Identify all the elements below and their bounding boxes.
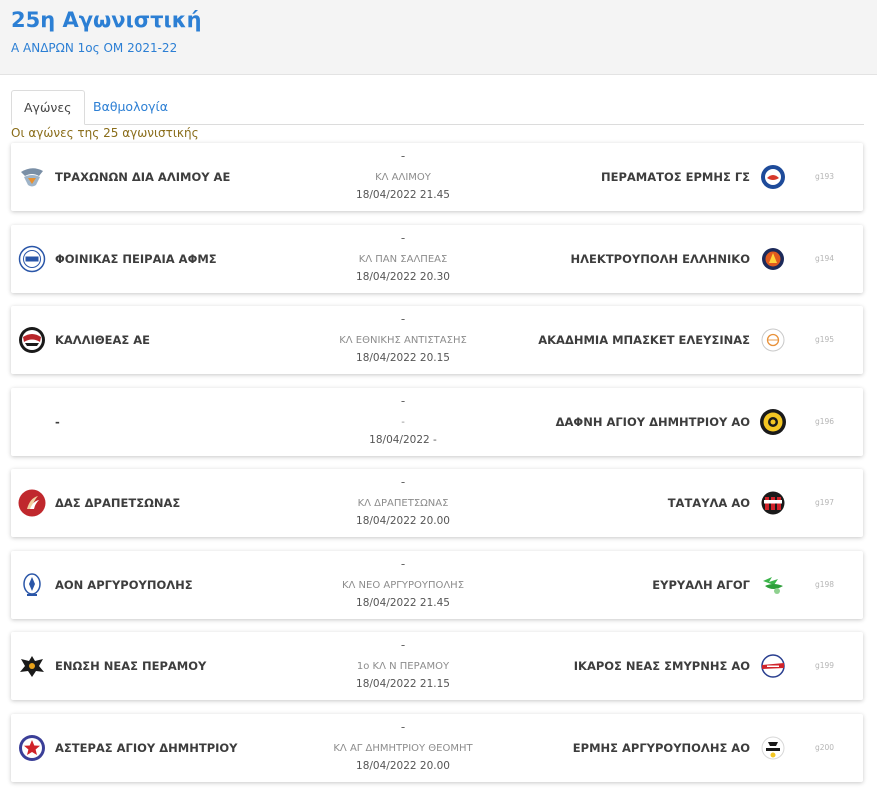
match-score: - — [400, 557, 406, 571]
match-code: g200 — [815, 743, 835, 752]
match-code: g194 — [815, 254, 835, 263]
match-code: g199 — [815, 661, 835, 670]
team-logo-icon — [763, 577, 783, 594]
team-logo-icon — [19, 735, 45, 761]
match-card[interactable]: - - - 18/04/2022 - ΔΑΦΝΗ ΑΓΙΟΥ ΔΗΜΗΤΡΙΟΥ… — [11, 388, 863, 456]
match-venue: ΚΛ ΑΛΙΜΟΥ — [375, 172, 431, 183]
away-team-name: ΑΚΑΔΗΜΙΑ ΜΠΑΣΚΕΤ ΕΛΕΥΣΙΝΑΣ — [538, 333, 750, 347]
match-venue: - — [401, 417, 405, 428]
team-logo-icon — [18, 489, 46, 517]
team-logo-icon — [21, 168, 43, 187]
tab-standings[interactable]: Βαθμολογία — [81, 90, 180, 123]
match-datetime: 18/04/2022 21.15 — [356, 678, 450, 690]
team-logo-icon — [762, 248, 784, 270]
page-header: 25η Αγωνιστική Α ΑΝΔΡΩΝ 1ος ΟΜ 2021-22 — [0, 0, 877, 75]
match-score: - — [400, 312, 406, 326]
away-team-name: ΔΑΦΝΗ ΑΓΙΟΥ ΔΗΜΗΤΡΙΟΥ ΑΟ — [555, 415, 750, 429]
match-code: g193 — [815, 172, 835, 181]
home-team-name: - — [55, 415, 60, 429]
match-code: g196 — [815, 417, 835, 426]
match-datetime: 18/04/2022 20.00 — [356, 515, 450, 527]
page-title: 25η Αγωνιστική — [11, 8, 202, 32]
team-logo-icon — [20, 656, 44, 677]
away-team-name: ΤΑΤΑΥΛΑ ΑΟ — [667, 496, 750, 510]
home-team-name: ΔΑΣ ΔΡΑΠΕΤΣΩΝΑΣ — [55, 496, 181, 510]
match-venue: ΚΛ ΠΑΝ ΣΑΛΠΕΑΣ — [358, 254, 448, 265]
team-logo-icon — [18, 245, 46, 273]
match-card[interactable]: ΦΟΙΝΙΚΑΣ ΠΕΙΡΑΙΑ ΑΦΜΣ - ΚΛ ΠΑΝ ΣΑΛΠΕΑΣ 1… — [11, 225, 863, 293]
team-logo-icon — [23, 573, 41, 596]
away-team-name: ΠΕΡΑΜΑΤΟΣ ΕΡΜΗΣ ΓΣ — [600, 170, 750, 184]
home-team-name: ΚΑΛΛΙΘΕΑΣ ΑΕ — [55, 333, 151, 347]
team-logo-icon — [761, 654, 785, 678]
match-venue: ΚΛ ΝΕΟ ΑΡΓΥΡΟΥΠΟΛΗΣ — [341, 580, 465, 591]
team-logo-icon — [761, 328, 785, 352]
tab-matches[interactable]: Αγώνες — [11, 90, 85, 125]
away-team-name: ΗΛΕΚΤΡΟΥΠΟΛΗ ΕΛΛΗΝΙΚΟ — [570, 252, 750, 266]
match-code: g198 — [815, 580, 835, 589]
match-datetime: 18/04/2022 20.30 — [356, 271, 450, 283]
match-venue: ΚΛ ΕΘΝΙΚΗΣ ΑΝΤΙΣΤΑΣΗΣ — [339, 335, 467, 346]
match-score: - — [400, 231, 406, 245]
match-datetime: 18/04/2022 21.45 — [356, 597, 450, 609]
away-team-name: ΕΥΡΥΑΛΗ ΑΓΟΓ — [652, 578, 750, 592]
team-logo-icon — [761, 165, 785, 189]
match-code: g197 — [815, 498, 835, 507]
home-team-name: ΦΟΙΝΙΚΑΣ ΠΕΙΡΑΙΑ ΑΦΜΣ — [55, 252, 217, 266]
match-card[interactable]: ΑΣΤΕΡΑΣ ΑΓΙΟΥ ΔΗΜΗΤΡΙΟΥ - ΚΛ ΑΓ ΔΗΜΗΤΡΙΟ… — [11, 714, 863, 782]
match-code: g195 — [815, 335, 835, 344]
match-datetime: 18/04/2022 20.15 — [356, 352, 450, 364]
match-card[interactable]: ΤΡΑΧΩΝΩΝ ΔΙΑ ΑΛΙΜΟΥ ΑΕ - ΚΛ ΑΛΙΜΟΥ 18/04… — [11, 143, 863, 211]
matches-caption: Οι αγώνες της 25 αγωνιστικής — [11, 126, 199, 140]
team-logo-icon — [760, 409, 786, 435]
match-card[interactable]: ΑΟΝ ΑΡΓΥΡΟΥΠΟΛΗΣ - ΚΛ ΝΕΟ ΑΡΓΥΡΟΥΠΟΛΗΣ 1… — [11, 551, 863, 619]
home-team-name: ΑΣΤΕΡΑΣ ΑΓΙΟΥ ΔΗΜΗΤΡΙΟΥ — [55, 741, 238, 755]
team-logo-icon — [761, 491, 785, 515]
tab-bar: Αγώνες Βαθμολογία — [11, 90, 864, 125]
match-card[interactable]: ΚΑΛΛΙΘΕΑΣ ΑΕ - ΚΛ ΕΘΝΙΚΗΣ ΑΝΤΙΣΤΑΣΗΣ 18/… — [11, 306, 863, 374]
team-logo-icon — [761, 736, 785, 760]
match-score: - — [400, 638, 406, 652]
away-team-name: ΕΡΜΗΣ ΑΡΓΥΡΟΥΠΟΛΗΣ ΑΟ — [572, 741, 750, 755]
match-datetime: 18/04/2022 20.00 — [356, 760, 450, 772]
match-venue: ΚΛ ΑΓ ΔΗΜΗΤΡΙΟΥ ΘΕΟΜΗΤ — [333, 743, 473, 754]
match-datetime: 18/04/2022 - — [369, 434, 437, 446]
match-venue: ΚΛ ΔΡΑΠΕΤΣΩΝΑΣ — [357, 498, 449, 509]
match-score: - — [400, 149, 406, 163]
match-score: - — [400, 475, 406, 489]
away-team-name: ΙΚΑΡΟΣ ΝΕΑΣ ΣΜΥΡΝΗΣ ΑΟ — [573, 659, 750, 673]
match-card[interactable]: ΔΑΣ ΔΡΑΠΕΤΣΩΝΑΣ - ΚΛ ΔΡΑΠΕΤΣΩΝΑΣ 18/04/2… — [11, 469, 863, 537]
match-score: - — [400, 720, 406, 734]
team-logo-icon — [19, 327, 45, 353]
match-card[interactable]: ΕΝΩΣΗ ΝΕΑΣ ΠΕΡΑΜΟΥ - 1ο ΚΛ Ν ΠΕΡΑΜΟΥ 18/… — [11, 632, 863, 700]
match-venue: 1ο ΚΛ Ν ΠΕΡΑΜΟΥ — [356, 661, 450, 672]
home-team-name: ΑΟΝ ΑΡΓΥΡΟΥΠΟΛΗΣ — [55, 578, 193, 592]
home-team-name: ΕΝΩΣΗ ΝΕΑΣ ΠΕΡΑΜΟΥ — [55, 659, 207, 673]
competition-subtitle: Α ΑΝΔΡΩΝ 1ος ΟΜ 2021-22 — [11, 41, 178, 55]
match-datetime: 18/04/2022 21.45 — [356, 189, 450, 201]
home-team-name: ΤΡΑΧΩΝΩΝ ΔΙΑ ΑΛΙΜΟΥ ΑΕ — [55, 170, 231, 184]
match-score: - — [400, 394, 406, 408]
